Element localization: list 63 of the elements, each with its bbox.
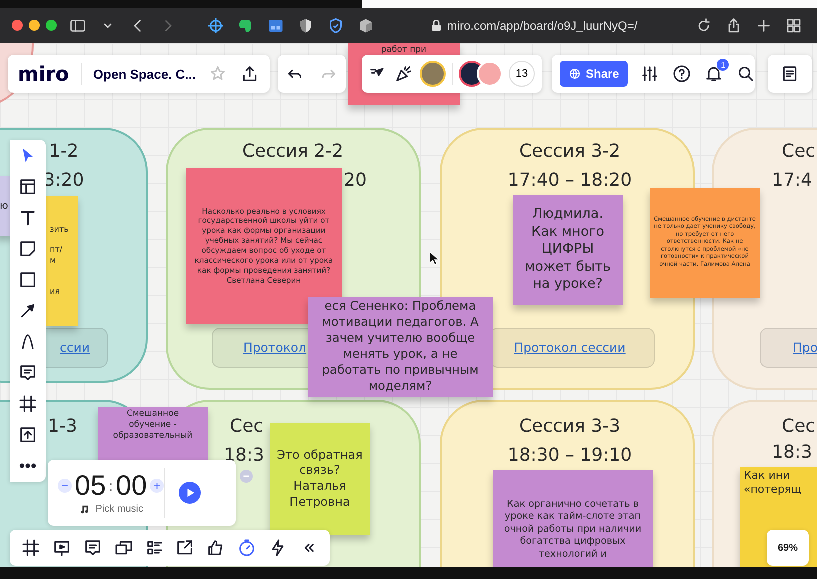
sticky-note: Как органично сочетать в уроке как тайм-слоте этап очной работы при наличии богатства цифровых технологий и [493,470,653,567]
lock-icon [432,20,442,31]
decrement-button[interactable]: − [58,478,72,492]
session-link[interactable]: Протокол сессии [514,340,626,355]
pick-music-link[interactable]: Pick music [96,504,144,514]
comment-icon[interactable] [82,538,103,558]
session-link[interactable]: Про [793,340,817,355]
sticky-note-icon[interactable] [18,238,38,259]
minimize-button[interactable] [29,20,40,31]
shield-check-icon[interactable] [327,16,345,34]
globe-icon [569,68,581,80]
play-button[interactable] [179,482,202,504]
layout-icon[interactable] [18,176,38,197]
collaborator-count[interactable]: 13 [509,61,535,87]
sliders-icon[interactable] [640,64,660,84]
session-time: 17:4 [772,172,812,190]
sticky-note: Людмила. Как много ЦИФРЫ может быть на уроке? [513,195,623,305]
session-link[interactable]: Протокол [243,340,307,355]
timer-minutes[interactable]: 05 [75,472,106,500]
address-bar[interactable]: miro.com/app/board/o9J_luurNyQ=/ [447,18,638,32]
session-title: Сес [782,418,816,436]
search-icon[interactable] [736,64,756,84]
session-time: 18:3 [772,444,812,462]
zoom-level[interactable]: 69% [767,530,809,566]
timer-seconds[interactable]: 00 [116,472,148,500]
session-title: Сессия 3-3 [519,418,621,436]
comment-icon[interactable] [18,363,38,384]
party-popper-icon[interactable] [394,64,414,84]
cube-icon[interactable] [357,16,375,34]
session-time: 3:20 [44,172,84,190]
sticky-note: еся Сененко: Проблема мотивации педагогов. А зачем учителю вообще менять урок, а не работать по привычным моделям? [308,297,493,397]
upload-icon[interactable] [18,425,38,446]
music-note-icon [78,504,90,514]
square-icon[interactable] [18,270,38,290]
session-title: Сессия 3-2 [519,143,621,161]
session-title: Сессия 2-2 [242,143,344,161]
session-time: 18:30 – 19:10 [508,447,632,465]
crosshair-icon[interactable] [207,16,225,34]
session-link[interactable]: ссии [60,340,90,355]
board-name[interactable]: Open Space. C... [93,66,196,82]
sticky-note: Это обратная связь? Наталья Петровна [270,423,370,535]
sticky-note: зить пт/ м ия [46,196,78,326]
session-title: 1-3 [48,418,78,436]
session-title: 1-2 [49,143,79,161]
logo[interactable]: miro [18,62,70,86]
frame-icon[interactable] [21,538,42,558]
session-time: 17:40 – 18:20 [508,172,632,190]
zoom-button[interactable] [46,20,57,31]
sticky-note: Смешанное обучение - образовательный [98,407,208,463]
session-title: Сес [782,143,816,161]
frame-icon[interactable] [18,394,38,414]
session-time: 18:3 [224,447,264,465]
share-button[interactable]: Share [560,61,628,87]
notification-badge: 1 [717,59,730,71]
session-time: 20 [344,172,367,190]
help-icon[interactable] [672,64,692,84]
mouse-pointer-icon [430,252,440,266]
session-title: Сес [230,418,264,436]
timer-separator: : [109,478,114,494]
tabs-icon[interactable] [785,16,803,34]
timer-icon[interactable] [236,538,257,558]
increment-button[interactable]: + [150,478,164,492]
close-button[interactable] [12,20,23,31]
